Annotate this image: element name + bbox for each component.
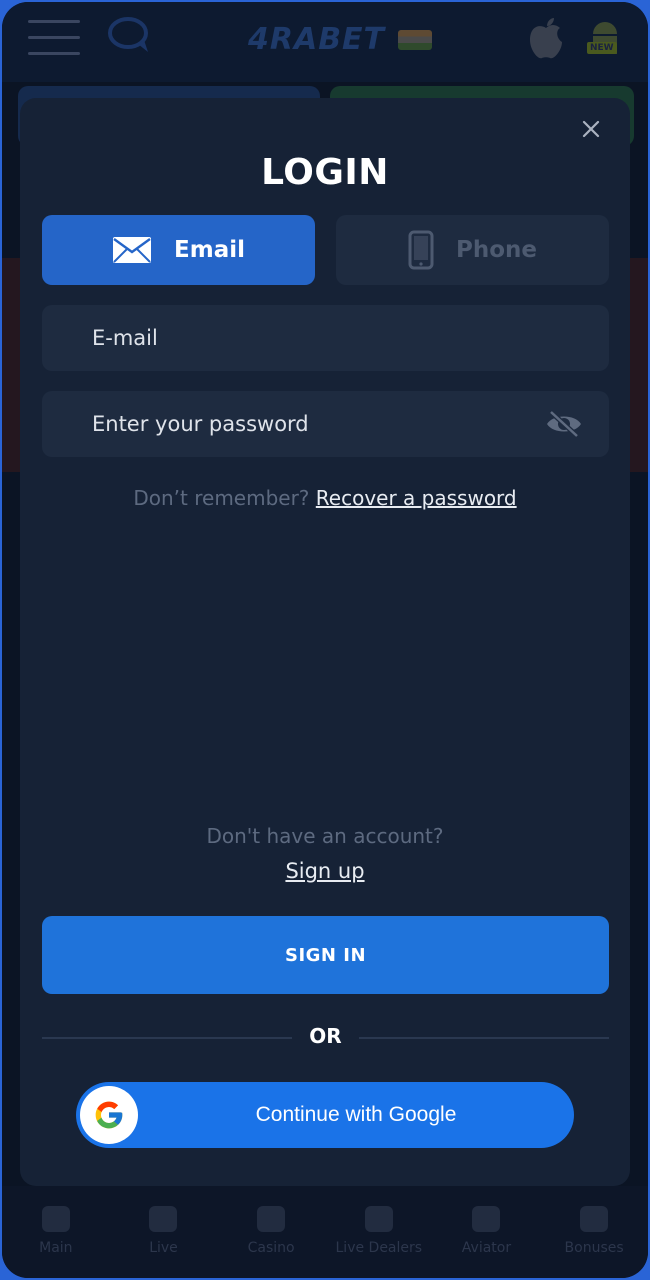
divider-line-right <box>359 1037 609 1039</box>
recover-row: Don’t remember? Recover a password <box>20 486 630 510</box>
envelope-icon <box>113 237 152 263</box>
login-modal: LOGIN Email Phone E-mail Don’t remember?… <box>20 98 630 1186</box>
tab-email-label: Email <box>174 237 245 263</box>
nav-main[interactable]: Main <box>6 1206 106 1256</box>
gift-icon <box>580 1206 609 1232</box>
email-field-container <box>42 305 609 371</box>
or-label: OR <box>309 1024 342 1048</box>
new-badge: NEW <box>587 42 617 54</box>
no-account-text: Don't have an account? <box>206 824 444 848</box>
chat-icon[interactable] <box>108 16 154 56</box>
close-button[interactable] <box>578 116 604 142</box>
menu-icon[interactable] <box>28 20 80 56</box>
phone-icon <box>408 230 434 270</box>
email-input[interactable] <box>92 326 512 350</box>
tab-email[interactable]: Email <box>42 215 315 285</box>
tab-phone[interactable]: Phone <box>336 215 609 285</box>
brand-logo[interactable]: 4RABET <box>248 22 385 57</box>
eye-off-icon[interactable] <box>545 408 583 440</box>
nav-casino[interactable]: Casino <box>221 1206 321 1256</box>
nav-live[interactable]: Live <box>113 1206 213 1256</box>
grid-icon <box>41 1206 70 1232</box>
password-input[interactable] <box>92 412 512 436</box>
apple-icon[interactable] <box>526 16 566 60</box>
login-method-tabs: Email Phone <box>42 215 609 285</box>
recover-password-link[interactable]: Recover a password <box>316 486 517 510</box>
phone-frame: 4RABET NEW Main Live Casino Live Dealers… <box>2 2 648 1278</box>
recover-prompt: Don’t remember? <box>133 486 310 510</box>
club-icon <box>257 1206 286 1232</box>
nav-aviator[interactable]: Aviator <box>436 1206 536 1256</box>
nav-live-dealers[interactable]: Live Dealers <box>329 1206 429 1256</box>
google-logo-container <box>80 1086 138 1144</box>
dealer-icon <box>364 1206 393 1232</box>
google-icon <box>95 1101 123 1129</box>
signup-link[interactable]: Sign up <box>285 859 364 883</box>
tab-phone-label: Phone <box>455 237 537 263</box>
login-title: LOGIN <box>261 152 389 193</box>
app-header: 4RABET NEW <box>2 2 648 82</box>
password-field-container <box>42 391 609 457</box>
sign-in-button[interactable]: SIGN IN <box>42 916 609 994</box>
flag-icon[interactable] <box>398 30 432 50</box>
or-divider: OR <box>42 1024 609 1052</box>
stadium-icon <box>149 1206 178 1232</box>
google-signin-button[interactable]: Continue with Google <box>76 1082 574 1148</box>
google-button-label: Continue with Google <box>255 1103 457 1126</box>
close-icon <box>582 120 600 138</box>
nav-bonuses[interactable]: Bonuses <box>544 1206 644 1256</box>
signup-row: Sign up <box>20 859 630 883</box>
bottom-nav: Main Live Casino Live Dealers Aviator Bo… <box>2 1186 648 1278</box>
plane-icon <box>472 1206 501 1232</box>
